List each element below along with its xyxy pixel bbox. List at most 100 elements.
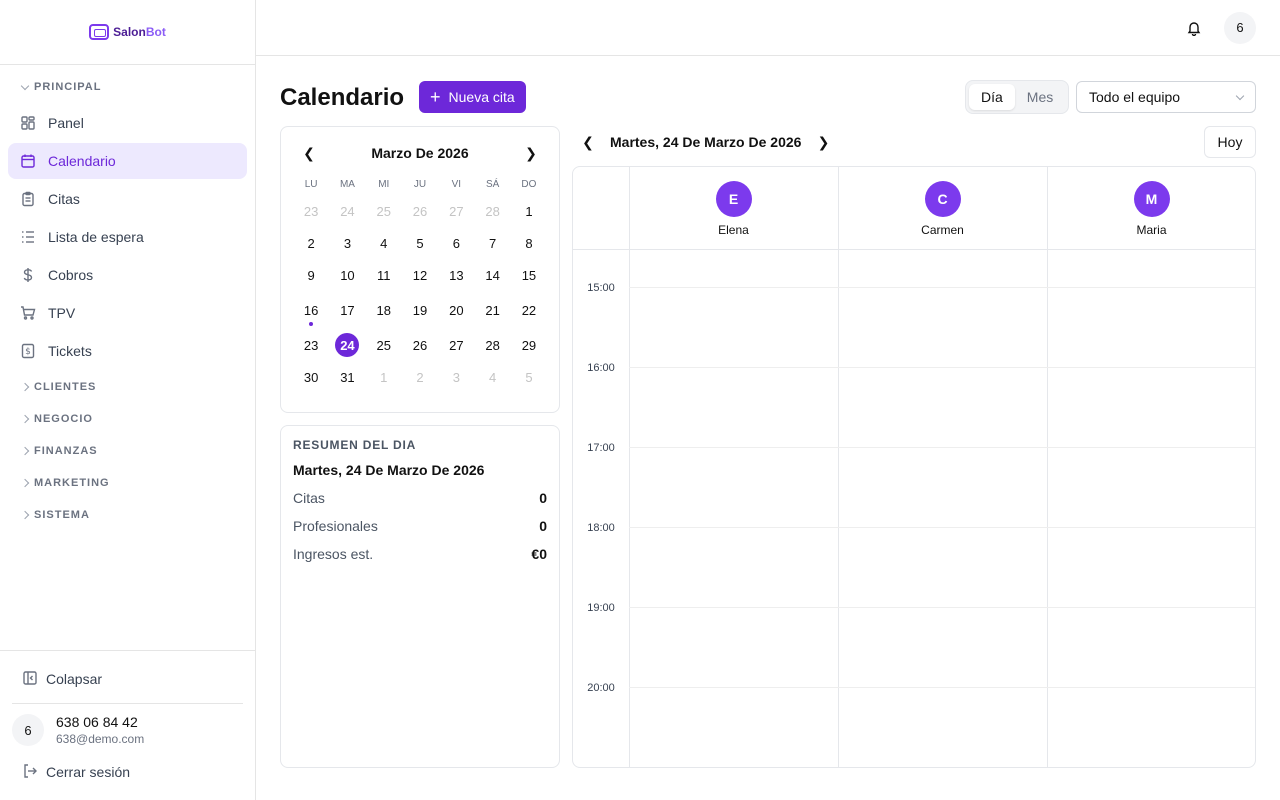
collapse-button[interactable]: Colapsar [12,663,243,695]
bell-icon[interactable] [1178,12,1210,44]
calendar-day[interactable]: 3 [438,361,474,393]
calendar-day[interactable]: 9 [293,259,329,291]
day-title: Martes, 24 De Marzo De 2026 [610,134,802,150]
calendar-day[interactable]: 5 [511,361,547,393]
section-finanzas[interactable]: FINANZAS [0,435,255,467]
staff-name: Carmen [921,222,964,237]
calendar-day[interactable]: 5 [402,227,438,259]
calendar-day[interactable]: 1 [366,361,402,393]
view-day-option[interactable]: Día [969,84,1015,110]
calendar-day-number: 13 [449,267,464,283]
sidebar-item-cobros[interactable]: Cobros [8,257,247,293]
calendar-day-number: 15 [521,267,537,283]
topbar: 6 [256,0,1280,56]
calendar-day-number: 5 [525,369,533,385]
calendar-day[interactable]: 16 [293,291,329,329]
divider [12,703,243,704]
sidebar-item-tickets[interactable]: $ Tickets [8,333,247,369]
calendar-day-number: 9 [307,267,315,283]
calendar-day[interactable]: 2 [293,227,329,259]
view-month-option[interactable]: Mes [1015,84,1065,110]
sidebar-item-citas[interactable]: Citas [8,181,247,217]
logo[interactable]: SalonBot [0,0,255,65]
section-negocio[interactable]: NEGOCIO [0,403,255,435]
calendar-day[interactable]: 30 [293,361,329,393]
calendar-day[interactable]: 11 [366,259,402,291]
calendar-day[interactable]: 21 [474,291,510,329]
logout-button[interactable]: Cerrar sesión [12,756,243,788]
calendar-day[interactable]: 14 [474,259,510,291]
page-title: Calendario [280,84,405,111]
staff-column[interactable] [629,167,630,767]
hour-line [629,527,1255,528]
section-sistema[interactable]: SISTEMA [0,499,255,531]
calendar-day[interactable]: 24 [329,329,365,361]
summary-value: 0 [539,490,547,506]
cart-icon [20,305,36,321]
dollar-icon [20,267,36,283]
user-profile[interactable]: 6 638 06 84 42 638@demo.com [12,712,243,748]
collapse-label: Colapsar [46,671,103,687]
new-appointment-button[interactable]: + Nueva cita [419,81,526,113]
calendar-day[interactable]: 13 [438,259,474,291]
calendar-day[interactable]: 19 [402,291,438,329]
calendar-day[interactable]: 26 [402,329,438,361]
calendar-day[interactable]: 23 [293,329,329,361]
hour-line [629,607,1255,608]
calendar-day[interactable]: 8 [511,227,547,259]
staff-maria[interactable]: M Maria [1047,167,1255,250]
staff-column[interactable] [1047,167,1048,767]
calendar-day[interactable]: 3 [329,227,365,259]
calendar-day[interactable]: 24 [329,195,365,227]
calendar-day[interactable]: 28 [474,195,510,227]
prev-day-icon[interactable]: ❮ [580,134,596,150]
calendar-day[interactable]: 27 [438,195,474,227]
calendar-day[interactable]: 6 [438,227,474,259]
calendar-day[interactable]: 31 [329,361,365,393]
staff-carmen[interactable]: C Carmen [838,167,1047,250]
calendar-day[interactable]: 12 [402,259,438,291]
calendar-day[interactable]: 20 [438,291,474,329]
section-marketing[interactable]: MARKETING [0,467,255,499]
calendar-day[interactable]: 23 [293,195,329,227]
calendar-day[interactable]: 29 [511,329,547,361]
calendar-day[interactable]: 28 [474,329,510,361]
calendar-day[interactable]: 1 [511,195,547,227]
today-button[interactable]: Hoy [1204,126,1256,158]
calendar-day[interactable]: 2 [402,361,438,393]
prev-month-icon[interactable]: ❮ [299,143,319,163]
sidebar-item-tpv[interactable]: TPV [8,295,247,331]
calendar-day[interactable]: 10 [329,259,365,291]
calendar-day[interactable]: 27 [438,329,474,361]
weekday-label: JU [413,178,427,190]
mini-calendar-title: Marzo De 2026 [371,145,469,161]
calendar-day[interactable]: 4 [366,227,402,259]
calendar-day[interactable]: 7 [474,227,510,259]
next-day-icon[interactable]: ❯ [815,134,831,150]
section-label: NEGOCIO [34,413,93,425]
section-clientes[interactable]: CLIENTES [0,371,255,403]
sidebar-item-lista-de-espera[interactable]: Lista de espera [8,219,247,255]
calendar-day[interactable]: 22 [511,291,547,329]
user-name: 638 06 84 42 [56,714,138,730]
staff-elena[interactable]: E Elena [629,167,838,250]
calendar-day-number: 5 [416,235,424,251]
team-select[interactable]: Todo el equipo [1076,81,1256,113]
calendar-day[interactable]: 4 [474,361,510,393]
user-avatar[interactable]: 6 [1224,11,1256,44]
staff-column[interactable] [838,167,839,767]
calendar-day[interactable]: 26 [402,195,438,227]
calendar-day-number: 10 [340,267,355,283]
summary-key: Ingresos est. [293,546,374,562]
section-label: FINANZAS [34,445,98,457]
calendar-day-number: 16 [303,302,319,318]
calendar-day[interactable]: 25 [366,329,402,361]
calendar-day[interactable]: 18 [366,291,402,329]
sidebar-item-calendario[interactable]: Calendario [8,143,247,179]
next-month-icon[interactable]: ❯ [521,143,541,163]
calendar-day[interactable]: 15 [511,259,547,291]
calendar-day[interactable]: 25 [366,195,402,227]
sidebar-item-panel[interactable]: Panel [8,105,247,141]
calendar-day[interactable]: 17 [329,291,365,329]
section-principal[interactable]: PRINCIPAL [0,71,255,103]
